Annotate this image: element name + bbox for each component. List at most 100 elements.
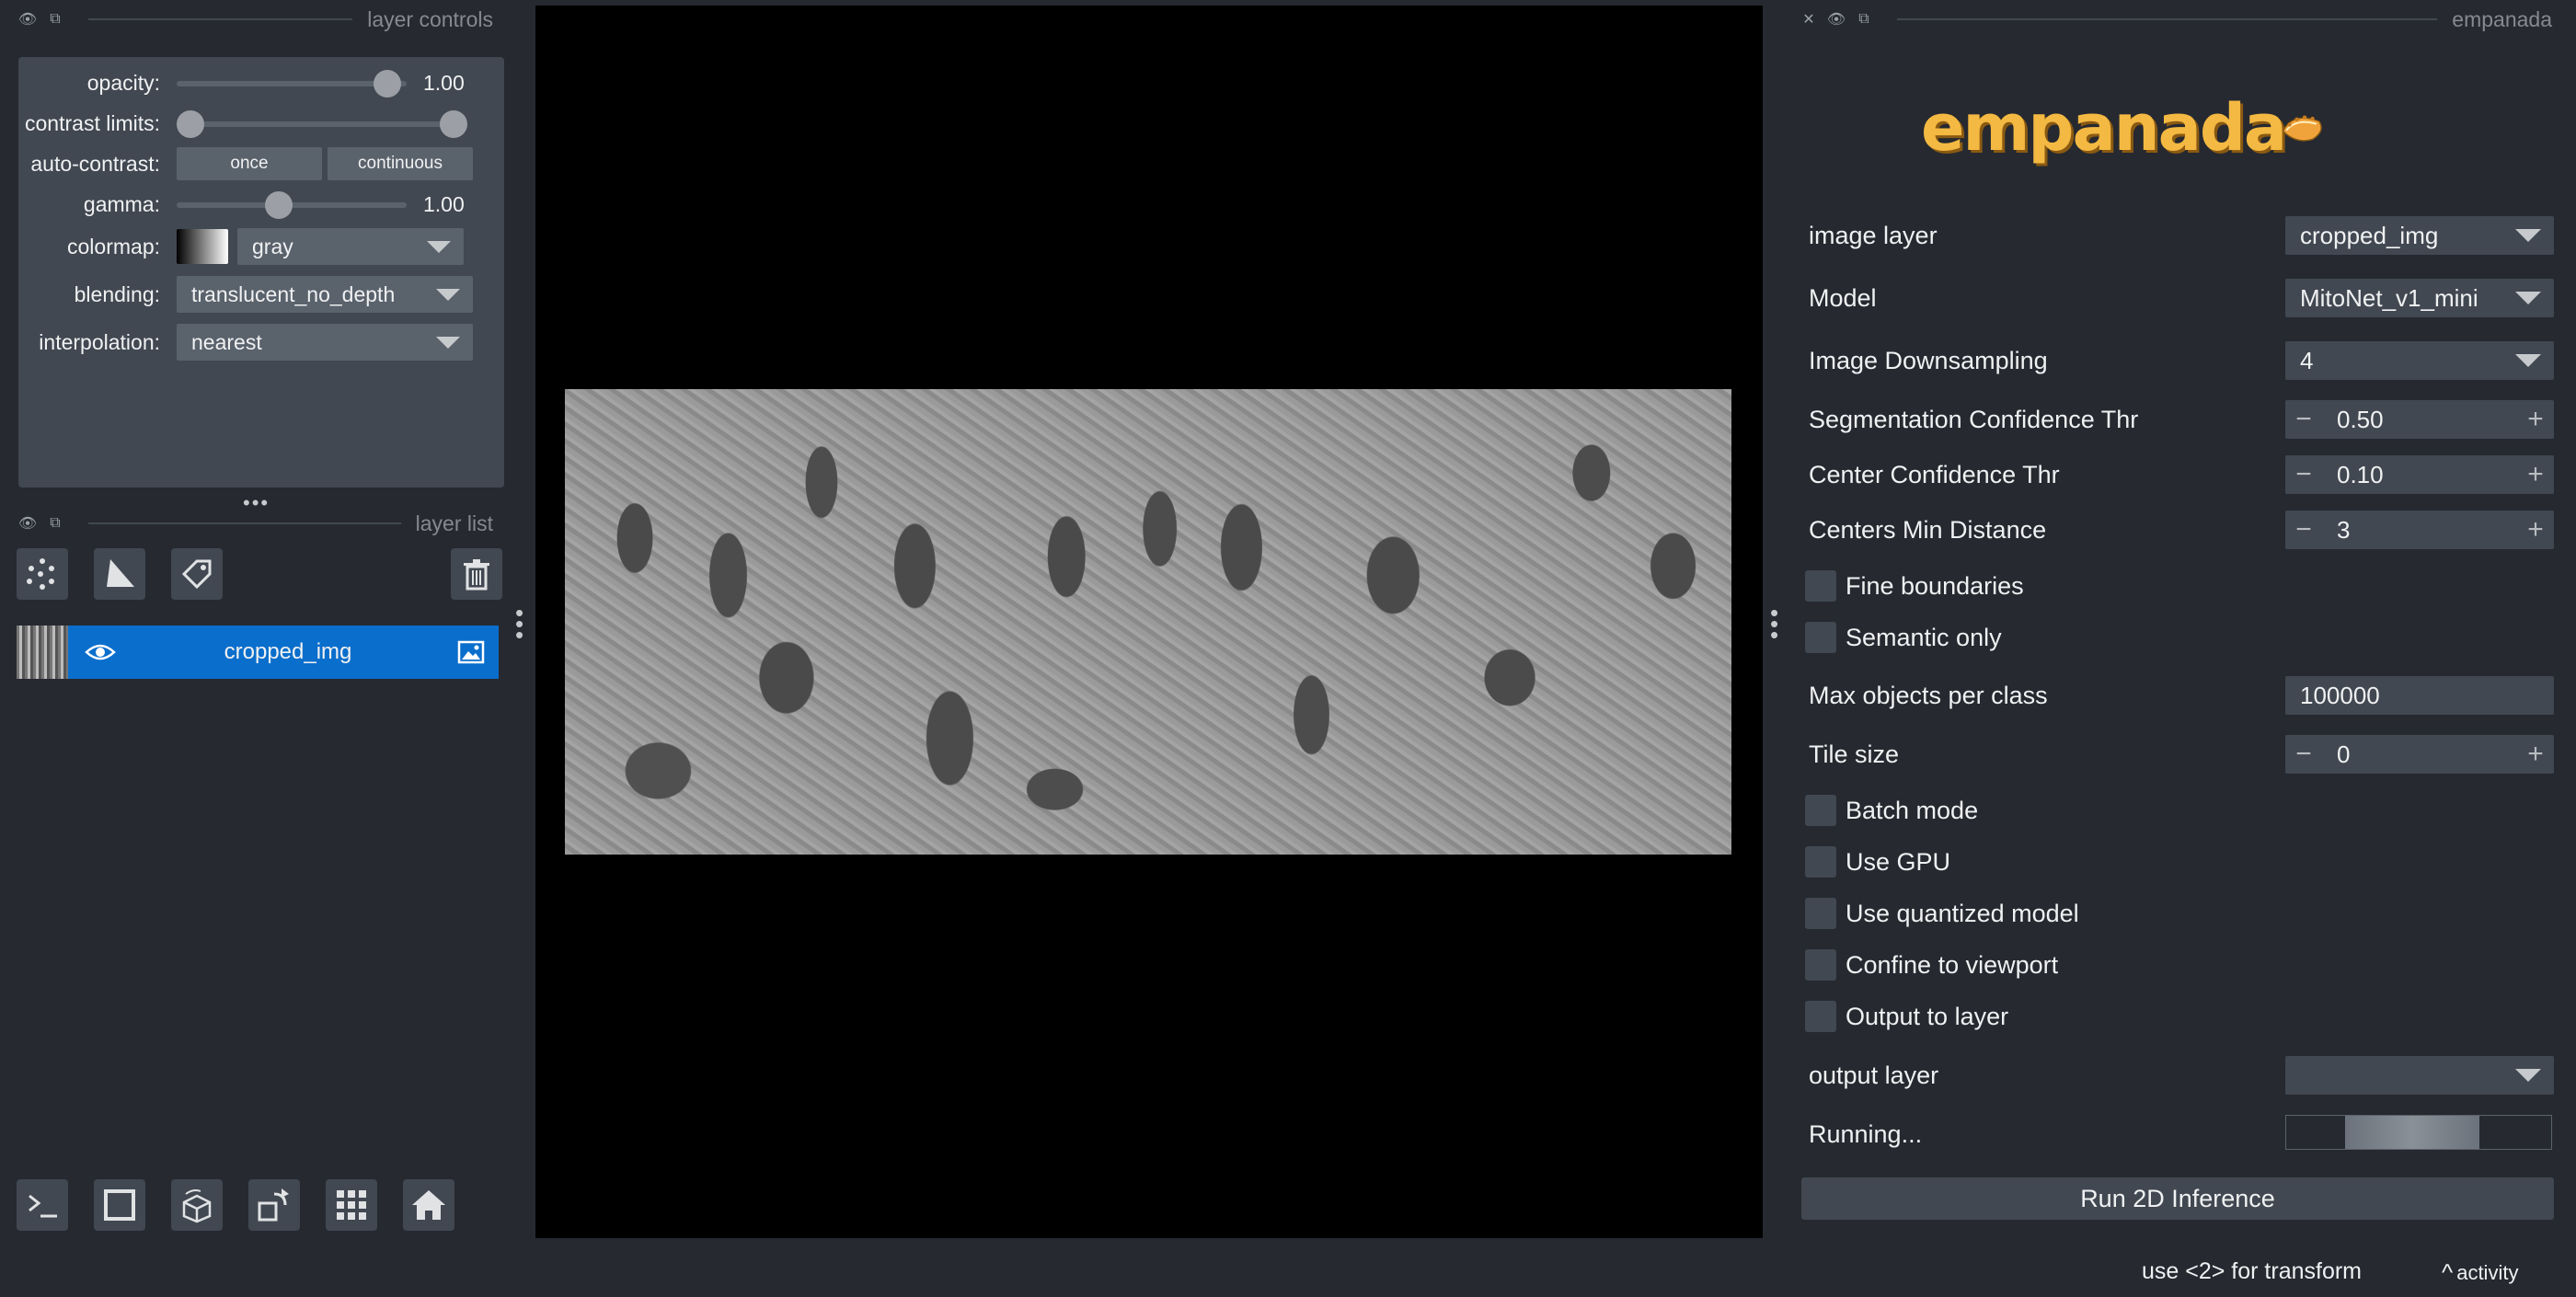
decrement-button[interactable]: − bbox=[2285, 459, 2322, 490]
decrement-button[interactable]: − bbox=[2285, 514, 2322, 545]
reset-view-button[interactable] bbox=[403, 1179, 454, 1231]
opacity-slider[interactable] bbox=[177, 64, 407, 101]
opacity-slider-handle[interactable] bbox=[374, 70, 401, 98]
decrement-button[interactable]: − bbox=[2285, 739, 2322, 770]
confine-viewport-label[interactable]: Confine to viewport bbox=[1846, 951, 2058, 980]
chevron-down-icon bbox=[436, 337, 460, 349]
fine-boundaries-checkbox[interactable] bbox=[1805, 570, 1836, 602]
colormap-dropdown[interactable]: gray bbox=[237, 228, 464, 265]
blending-dropdown[interactable]: translucent_no_depth bbox=[177, 276, 473, 313]
center-conf-spinbox[interactable]: − 0.10 + bbox=[2285, 455, 2554, 494]
gamma-row: gamma: 1.00 bbox=[18, 186, 504, 223]
seg-conf-spinbox[interactable]: − 0.50 + bbox=[2285, 400, 2554, 439]
grid-view-button[interactable] bbox=[326, 1179, 377, 1231]
semantic-only-label[interactable]: Semantic only bbox=[1846, 624, 2002, 652]
blending-label: blending: bbox=[74, 281, 160, 306]
decrement-button[interactable]: − bbox=[2285, 404, 2322, 435]
visibility-toggle-icon[interactable]: 👁 bbox=[18, 514, 37, 533]
layer-list-title: layer list bbox=[415, 511, 493, 535]
new-labels-layer-button[interactable] bbox=[171, 548, 223, 600]
seg-conf-value[interactable]: 0.50 bbox=[2322, 406, 2517, 434]
blending-value: translucent_no_depth bbox=[191, 281, 396, 306]
close-icon[interactable]: ✕ bbox=[1800, 10, 1818, 29]
dock-resize-handle-icon[interactable]: • • • bbox=[1770, 601, 1778, 647]
logo-text: empanada bbox=[1921, 90, 2287, 166]
new-shapes-layer-button[interactable] bbox=[94, 548, 145, 600]
auto-contrast-row: auto-contrast: once continuous bbox=[18, 145, 504, 182]
activity-toggle[interactable]: ^ activity bbox=[2442, 1258, 2518, 1287]
centers-min-value[interactable]: 3 bbox=[2322, 516, 2517, 545]
tile-size-value[interactable]: 0 bbox=[2322, 740, 2517, 769]
centers-min-spinbox[interactable]: − 3 + bbox=[2285, 511, 2554, 549]
output-to-layer-checkbox[interactable] bbox=[1805, 1001, 1836, 1032]
use-gpu-checkbox[interactable] bbox=[1805, 846, 1836, 878]
float-panel-icon[interactable]: ⧉ bbox=[46, 10, 64, 29]
increment-button[interactable]: + bbox=[2517, 404, 2554, 435]
empanada-titlebar: ✕ 👁 ⧉ empanada bbox=[1800, 6, 2552, 31]
contrast-limits-slider[interactable] bbox=[177, 105, 467, 142]
model-dropdown[interactable]: MitoNet_v1_mini bbox=[2285, 279, 2554, 317]
new-points-layer-button[interactable] bbox=[17, 548, 68, 600]
output-layer-label: output layer bbox=[1809, 1062, 1939, 1089]
layer-visibility-toggle[interactable] bbox=[68, 641, 132, 663]
fine-boundaries-label[interactable]: Fine boundaries bbox=[1846, 572, 2024, 601]
toggle-ndisplay-button[interactable] bbox=[94, 1179, 145, 1231]
center-conf-value[interactable]: 0.10 bbox=[2322, 461, 2517, 489]
image-layer-dropdown[interactable]: cropped_img bbox=[2285, 216, 2554, 255]
output-layer-dropdown[interactable] bbox=[2285, 1056, 2554, 1095]
transpose-button[interactable] bbox=[248, 1179, 300, 1231]
image-layer-label: image layer bbox=[1809, 222, 1938, 249]
layer-name[interactable]: cropped_img bbox=[132, 639, 443, 665]
run-2d-inference-button[interactable]: Run 2D Inference bbox=[1801, 1177, 2554, 1220]
delete-layer-button[interactable] bbox=[451, 548, 502, 600]
splitter-handle-icon[interactable]: ••• bbox=[243, 491, 270, 515]
viewer-canvas[interactable] bbox=[535, 6, 1763, 1238]
auto-contrast-once-button[interactable]: once bbox=[177, 147, 322, 180]
float-panel-icon[interactable]: ⧉ bbox=[46, 514, 64, 533]
output-to-layer-label[interactable]: Output to layer bbox=[1846, 1003, 2008, 1031]
colormap-preview bbox=[177, 229, 228, 264]
max-objects-input[interactable]: 100000 bbox=[2285, 676, 2554, 715]
use-quantized-checkbox[interactable] bbox=[1805, 898, 1836, 929]
float-panel-icon[interactable]: ⧉ bbox=[1855, 10, 1873, 29]
visibility-toggle-icon[interactable]: 👁 bbox=[1827, 10, 1846, 29]
transpose-icon bbox=[258, 1188, 289, 1222]
colormap-row: colormap: gray bbox=[18, 228, 504, 265]
trash-icon bbox=[464, 559, 489, 591]
contrast-limits-low-handle[interactable] bbox=[177, 110, 204, 138]
empanada-icon bbox=[2282, 115, 2322, 142]
tile-size-spinbox[interactable]: − 0 + bbox=[2285, 735, 2554, 774]
auto-contrast-continuous-button[interactable]: continuous bbox=[328, 147, 473, 180]
increment-button[interactable]: + bbox=[2517, 459, 2554, 490]
empanada-panel-title: empanada bbox=[2452, 6, 2552, 31]
gamma-slider-handle[interactable] bbox=[265, 191, 293, 219]
gamma-value: 1.00 bbox=[423, 191, 465, 216]
centers-min-label: Centers Min Distance bbox=[1809, 516, 2047, 544]
use-quantized-label[interactable]: Use quantized model bbox=[1846, 900, 2079, 928]
contrast-limits-high-handle[interactable] bbox=[440, 110, 467, 138]
console-button[interactable] bbox=[17, 1179, 68, 1231]
batch-mode-checkbox[interactable] bbox=[1805, 795, 1836, 826]
batch-mode-label[interactable]: Batch mode bbox=[1846, 797, 1978, 825]
terminal-icon bbox=[29, 1194, 57, 1218]
interpolation-value: nearest bbox=[191, 329, 262, 354]
interpolation-dropdown[interactable]: nearest bbox=[177, 324, 473, 361]
semantic-only-checkbox[interactable] bbox=[1805, 622, 1836, 653]
dock-resize-handle-icon[interactable]: • • • bbox=[515, 601, 523, 647]
interpolation-row: interpolation: nearest bbox=[18, 324, 504, 361]
opacity-value: 1.00 bbox=[423, 70, 465, 95]
increment-button[interactable]: + bbox=[2517, 514, 2554, 545]
opacity-slider-track bbox=[177, 81, 407, 86]
layer-list-item[interactable]: cropped_img bbox=[17, 626, 499, 679]
opacity-row: opacity: 1.00 bbox=[18, 64, 504, 101]
status-hint: use <2> for transform bbox=[2142, 1258, 2363, 1284]
gamma-slider[interactable] bbox=[177, 186, 407, 223]
increment-button[interactable]: + bbox=[2517, 739, 2554, 770]
roll-dimensions-button[interactable] bbox=[171, 1179, 223, 1231]
chevron-down-icon bbox=[2515, 354, 2541, 367]
use-gpu-label[interactable]: Use GPU bbox=[1846, 848, 1950, 877]
max-objects-value[interactable]: 100000 bbox=[2300, 682, 2380, 710]
visibility-toggle-icon[interactable]: 👁 bbox=[18, 10, 37, 29]
confine-viewport-checkbox[interactable] bbox=[1805, 949, 1836, 981]
downsampling-dropdown[interactable]: 4 bbox=[2285, 341, 2554, 380]
